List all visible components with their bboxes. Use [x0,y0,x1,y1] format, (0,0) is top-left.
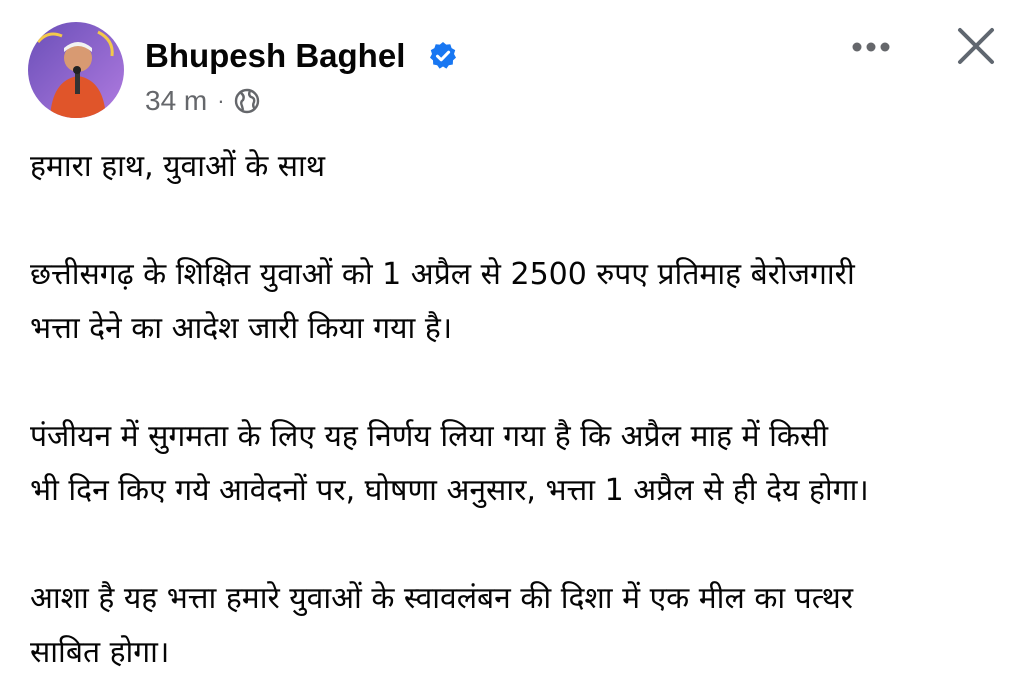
globe-icon[interactable] [233,87,261,115]
verified-badge-icon [428,41,458,71]
close-icon[interactable] [954,24,998,68]
facebook-post: Bhupesh Baghel 34 m · हमारा हाथ, युवाओं … [0,0,1024,682]
post-text-line: साबित होगा। [30,635,170,670]
post-text-line: छत्तीसगढ़ के शिक्षित युवाओं को 1 अप्रैल … [30,257,855,292]
post-text-line: पंजीयन में सुगमता के लिए यह निर्णय लिया … [30,419,828,454]
author-avatar[interactable] [28,22,124,118]
author-name[interactable]: Bhupesh Baghel [145,36,405,76]
post-text-line: भत्ता देने का आदेश जारी किया गया है। [30,311,453,346]
post-time[interactable]: 34 m [145,85,207,117]
meta-separator: · [217,88,225,113]
post-text-line: आशा है यह भत्ता हमारे युवाओं के स्वावलंब… [30,581,854,616]
post-text-line: भी दिन किए गये आवेदनों पर, घोषणा अनुसार,… [30,473,869,508]
post-text-line: हमारा हाथ, युवाओं के साथ [30,149,326,184]
post-header: Bhupesh Baghel 34 m · [28,22,996,122]
post-meta: 34 m · [145,84,261,118]
post-body: हमारा हाथ, युवाओं के साथ छत्तीसगढ़ के शि… [30,140,990,680]
more-options-icon[interactable] [848,30,894,64]
